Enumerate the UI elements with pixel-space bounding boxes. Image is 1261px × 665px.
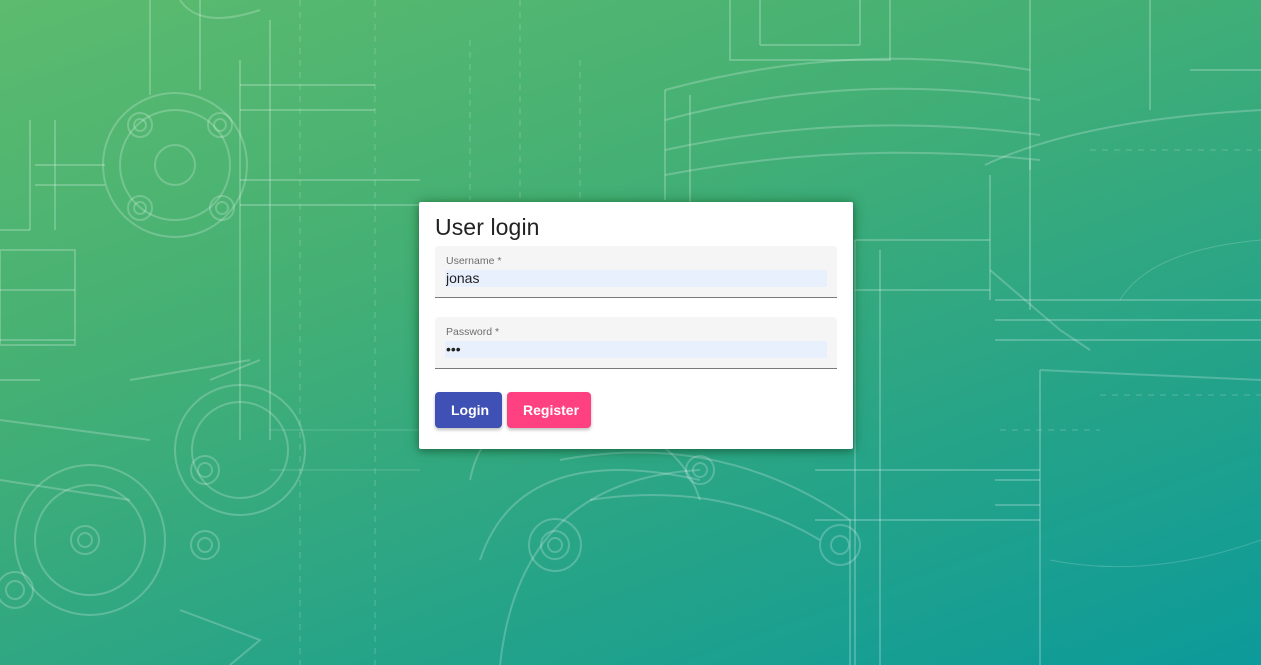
username-label: Username * [446,255,502,267]
page-title: User login [435,214,540,240]
password-field[interactable]: Password * [435,317,837,369]
password-input[interactable] [445,341,827,358]
password-label: Password * [446,326,500,338]
login-button[interactable]: Login [435,392,502,428]
register-button[interactable]: Register [507,392,591,428]
username-field[interactable]: Username * [435,246,837,298]
action-buttons: Login Register [435,392,837,428]
username-input[interactable] [445,270,827,287]
login-card: User login Username * Password * Login R… [419,202,853,449]
